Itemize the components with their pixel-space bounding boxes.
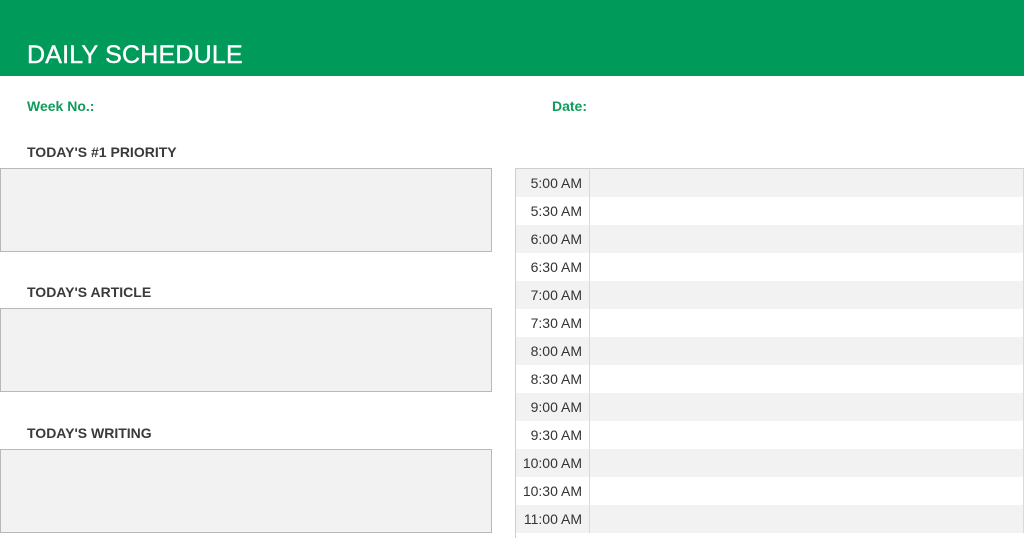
writing-label: TODAY'S WRITING: [27, 425, 152, 441]
schedule-row: 11:00 AM: [516, 505, 1024, 533]
time-label: 7:00 AM: [516, 281, 590, 309]
week-number-label: Week No.:: [27, 98, 95, 114]
time-label: 6:00 AM: [516, 225, 590, 253]
schedule-cell[interactable]: [590, 197, 1024, 225]
time-label: 9:30 AM: [516, 421, 590, 449]
time-label: 11:00 AM: [516, 505, 590, 533]
schedule-row: 8:00 AM: [516, 337, 1024, 365]
schedule-cell[interactable]: [590, 309, 1024, 337]
schedule-row: 5:30 AM: [516, 197, 1024, 225]
time-label: 10:30 AM: [516, 477, 590, 505]
time-label: 8:30 AM: [516, 365, 590, 393]
schedule-row: 6:30 AM: [516, 253, 1024, 281]
schedule-row: 5:00 AM: [516, 169, 1024, 197]
schedule-row: 10:00 AM: [516, 449, 1024, 477]
time-label: 6:30 AM: [516, 253, 590, 281]
schedule-cell[interactable]: [590, 225, 1024, 253]
priority-label: TODAY'S #1 PRIORITY: [27, 144, 177, 160]
priority-field[interactable]: [0, 168, 492, 252]
schedule-cell[interactable]: [590, 449, 1024, 477]
page-title: DAILY SCHEDULE: [27, 41, 243, 69]
schedule-cell[interactable]: [590, 393, 1024, 421]
schedule-cell[interactable]: [590, 477, 1024, 505]
time-label: 7:30 AM: [516, 309, 590, 337]
schedule-row: 6:00 AM: [516, 225, 1024, 253]
schedule-cell[interactable]: [590, 253, 1024, 281]
schedule-cell[interactable]: [590, 505, 1024, 533]
time-label: 5:00 AM: [516, 169, 590, 197]
header-bar: DAILY SCHEDULE: [0, 0, 1024, 76]
schedule-cell[interactable]: [590, 281, 1024, 309]
schedule-row: 7:00 AM: [516, 281, 1024, 309]
schedule-row: 10:30 AM: [516, 477, 1024, 505]
schedule-row: 9:30 AM: [516, 421, 1024, 449]
schedule-row: 7:30 AM: [516, 309, 1024, 337]
article-label: TODAY'S ARTICLE: [27, 284, 152, 300]
schedule-row: 9:00 AM: [516, 393, 1024, 421]
schedule-cell[interactable]: [590, 169, 1024, 197]
schedule-row: 8:30 AM: [516, 365, 1024, 393]
article-field[interactable]: [0, 308, 492, 392]
time-schedule: 5:00 AM 5:30 AM 6:00 AM 6:30 AM 7:00 AM …: [515, 168, 1024, 538]
time-label: 8:00 AM: [516, 337, 590, 365]
schedule-cell[interactable]: [590, 421, 1024, 449]
schedule-cell[interactable]: [590, 337, 1024, 365]
writing-field[interactable]: [0, 449, 492, 533]
date-label: Date:: [552, 98, 588, 114]
time-label: 5:30 AM: [516, 197, 590, 225]
time-label: 10:00 AM: [516, 449, 590, 477]
schedule-cell[interactable]: [590, 365, 1024, 393]
time-label: 9:00 AM: [516, 393, 590, 421]
